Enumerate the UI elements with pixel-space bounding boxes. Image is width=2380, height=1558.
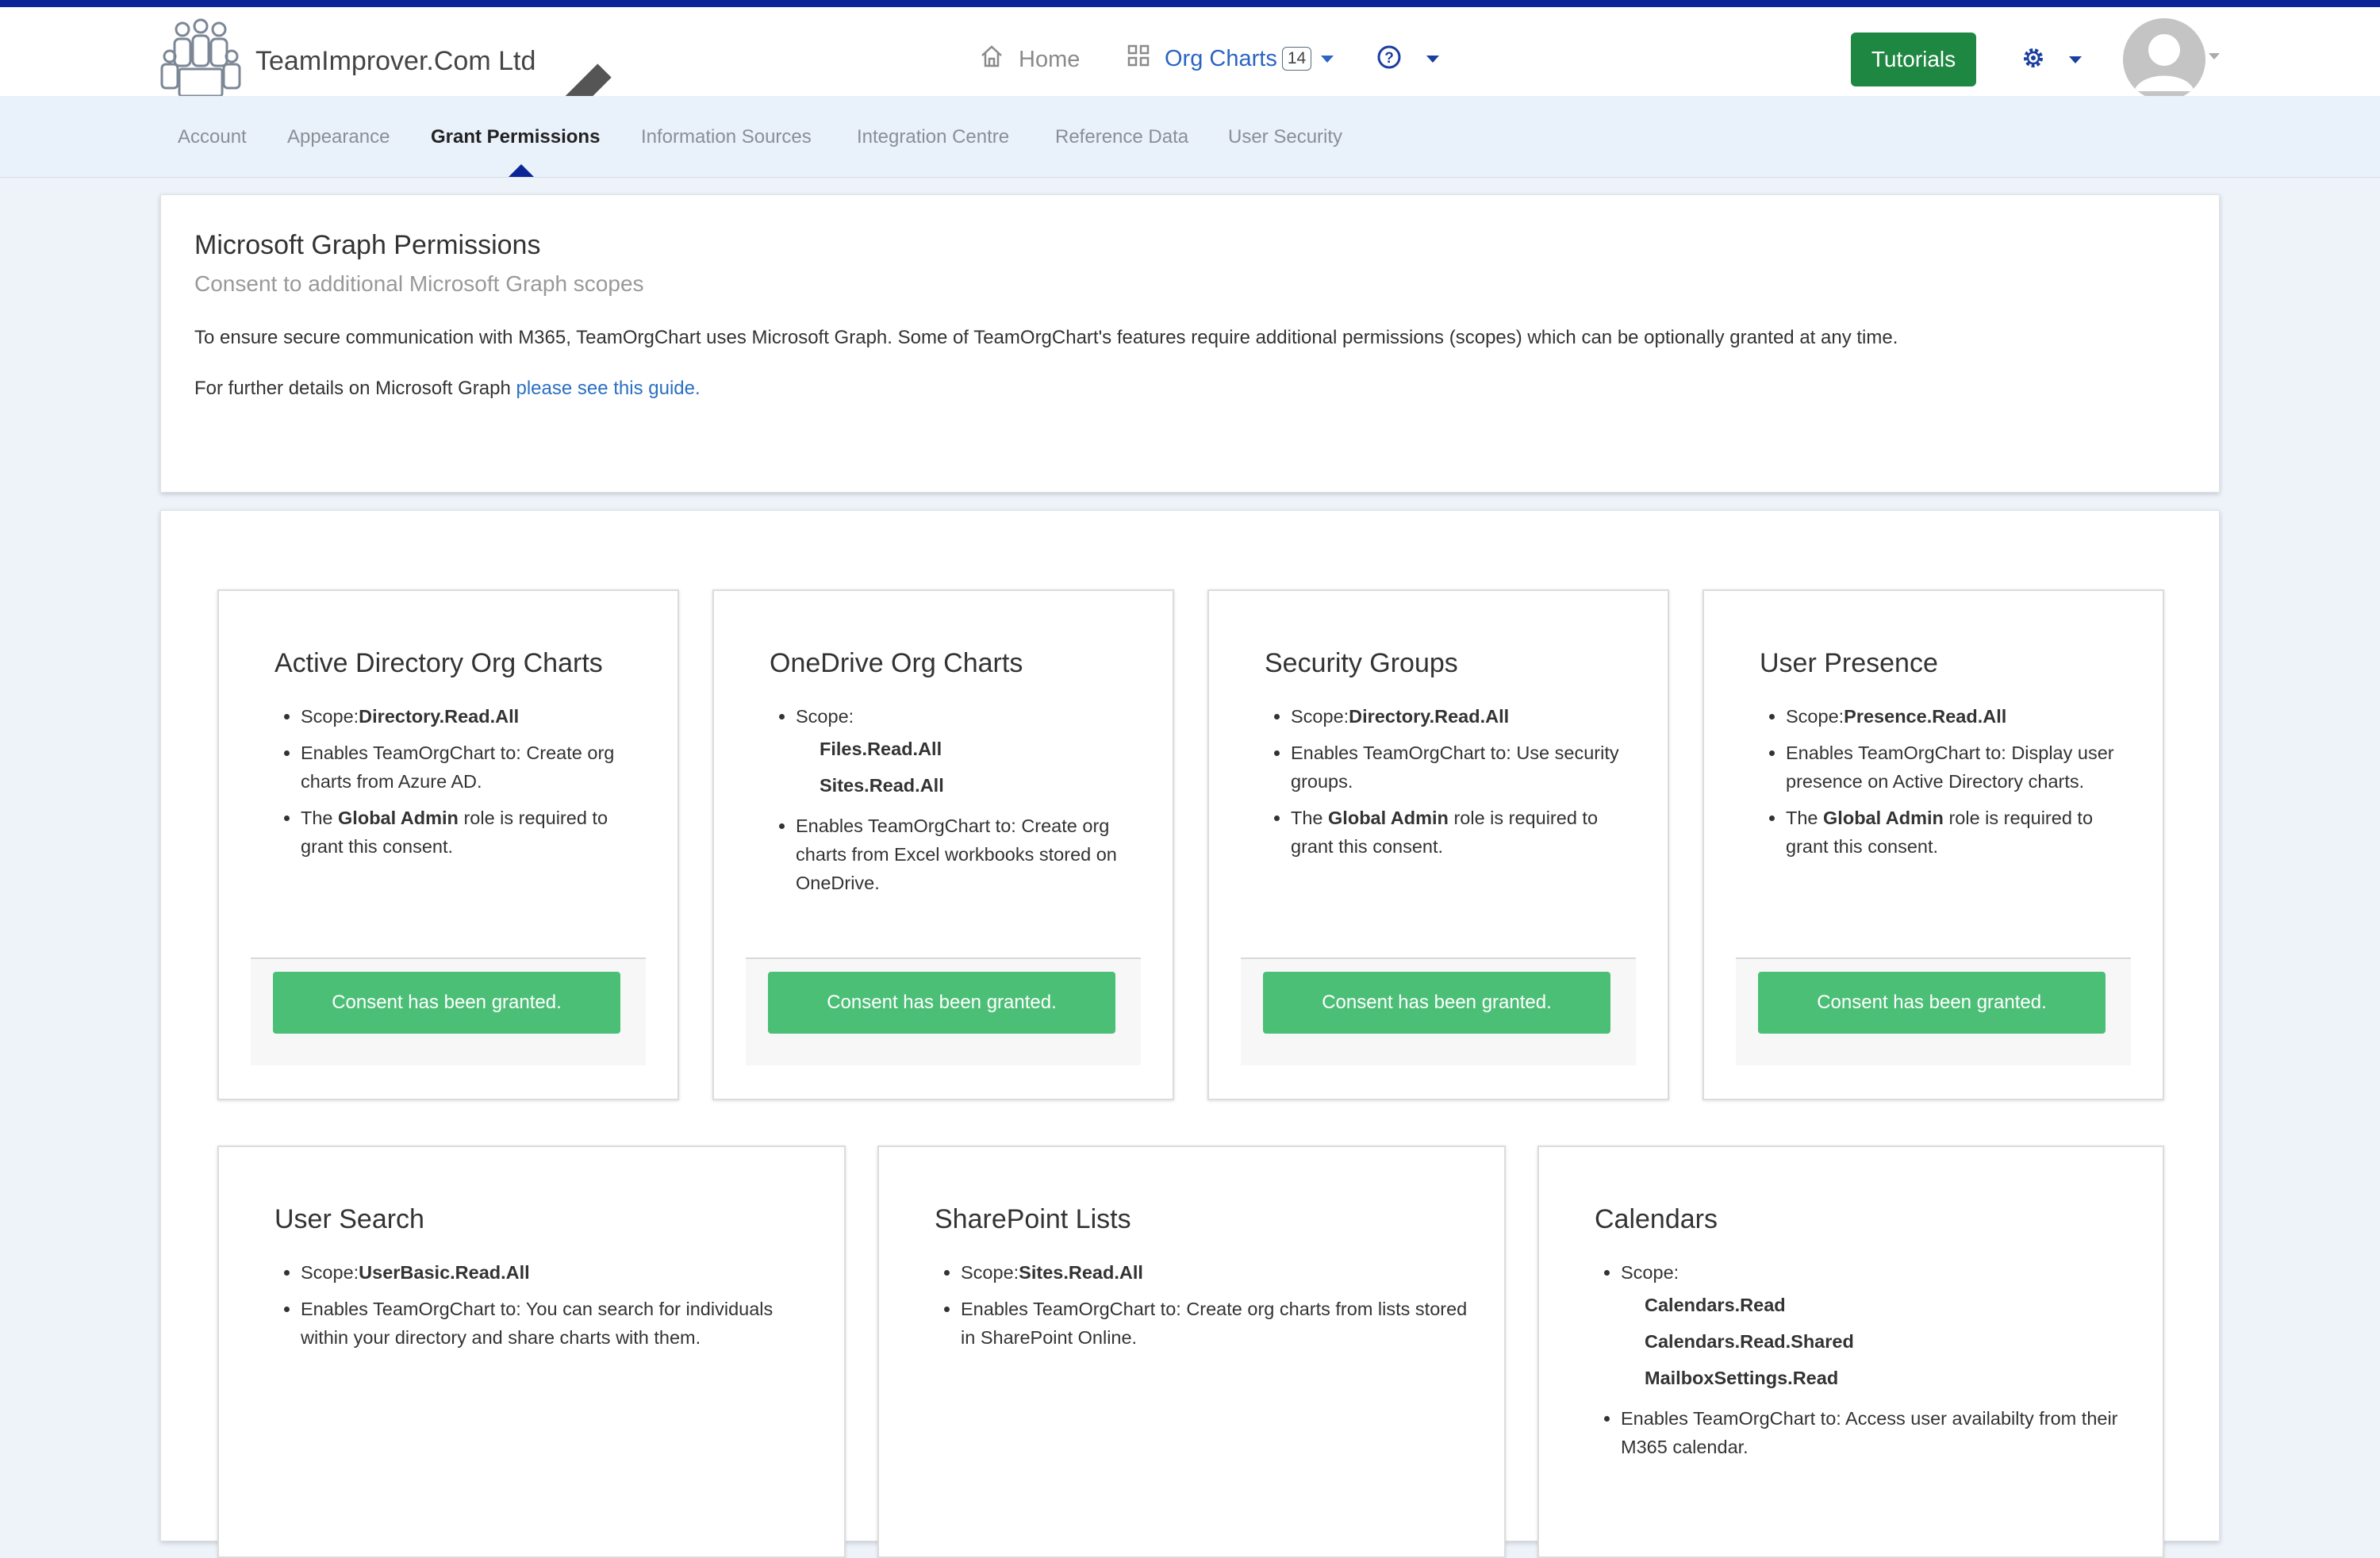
consent-granted-button[interactable]: Consent has been granted. — [1758, 972, 2106, 1034]
nav-org-charts-label: Org Charts — [1165, 45, 1277, 71]
permission-card-sharepoint-lists: SharePoint Lists Scope:Sites.Read.All En… — [877, 1145, 1506, 1558]
tutorials-button[interactable]: Tutorials — [1851, 33, 1976, 86]
enables-item: Enables TeamOrgChart to: Access user ava… — [1621, 1404, 2129, 1461]
card-details: Scope:Directory.Read.All Enables TeamOrg… — [1265, 702, 1640, 869]
nav-home-label: Home — [1019, 46, 1081, 72]
permission-card-user-presence: User Presence Scope:Presence.Read.All En… — [1702, 589, 2164, 1100]
consent-granted-button[interactable]: Consent has been granted. — [273, 972, 620, 1034]
card-details: Scope:Directory.Read.All Enables TeamOrg… — [274, 702, 650, 869]
details-prefix: For further details on Microsoft Graph — [194, 378, 516, 399]
tab-reference-data[interactable]: Reference Data — [1055, 126, 1188, 148]
permission-card-calendars: Calendars Scope: Calendars.Read Calendar… — [1537, 1145, 2164, 1558]
settings-menu[interactable] — [2020, 44, 2082, 75]
role-item: The Global Admin role is required to gra… — [1786, 804, 2135, 861]
team-logo-icon — [159, 18, 243, 105]
card-details: Scope:UserBasic.Read.All Enables TeamOrg… — [274, 1258, 808, 1360]
card-details: Scope: Calendars.Read Calendars.Read.Sha… — [1595, 1258, 2129, 1469]
chevron-down-icon[interactable] — [2209, 53, 2220, 59]
help-circle-icon: ? — [1376, 44, 1403, 75]
card-footer: Consent has been granted. — [1241, 957, 1636, 1065]
permission-card-active-directory: Active Directory Org Charts Scope:Direct… — [217, 589, 679, 1100]
gear-icon — [2020, 44, 2047, 75]
permissions-cards-panel: Active Directory Org Charts Scope:Direct… — [160, 510, 2220, 1558]
page-subtitle: Consent to additional Microsoft Graph sc… — [194, 271, 644, 296]
scope-item: Scope:UserBasic.Read.All — [301, 1258, 808, 1287]
company-name: TeamImprover.Com Ltd — [255, 46, 536, 76]
chevron-down-icon — [1321, 55, 1334, 63]
scope-item: Scope:Presence.Read.All — [1786, 702, 2135, 731]
role-item: The Global Admin role is required to gra… — [1291, 804, 1640, 861]
permission-card-security-groups: Security Groups Scope:Directory.Read.All… — [1207, 589, 1669, 1100]
card-title: Security Groups — [1265, 648, 1458, 678]
card-title: User Search — [274, 1204, 424, 1234]
settings-subnav: Account Appearance Grant Permissions Inf… — [0, 96, 2380, 178]
card-details: Scope:Presence.Read.All Enables TeamOrgC… — [1760, 702, 2135, 869]
guide-link[interactable]: please see this guide. — [516, 378, 701, 399]
tab-integration-centre[interactable]: Integration Centre — [857, 126, 1009, 148]
details-line: For further details on Microsoft Graph p… — [194, 378, 701, 400]
consent-granted-button[interactable]: Consent has been granted. — [768, 972, 1115, 1034]
card-title: SharePoint Lists — [935, 1204, 1131, 1234]
chevron-down-icon — [1426, 56, 1439, 63]
grid-icon — [1127, 44, 1165, 74]
nav-org-charts[interactable]: Org Charts 14 — [1127, 44, 1334, 74]
enables-item: Enables TeamOrgChart to: Use security gr… — [1291, 739, 1640, 796]
enables-item: Enables TeamOrgChart to: Display user pr… — [1786, 739, 2135, 796]
enables-item: Enables TeamOrgChart to: Create org char… — [301, 739, 650, 796]
user-avatar-icon[interactable] — [2123, 18, 2205, 101]
card-footer: Consent has been granted. — [251, 957, 646, 1065]
card-details: Scope: Files.Read.All Sites.Read.All Ena… — [770, 702, 1145, 905]
tab-account[interactable]: Account — [178, 126, 247, 148]
role-item: The Global Admin role is required to gra… — [301, 804, 650, 861]
svg-text:?: ? — [1384, 50, 1394, 67]
card-title: Calendars — [1595, 1204, 1718, 1234]
scope-item: Scope:Sites.Read.All — [961, 1258, 1468, 1287]
tab-information-sources[interactable]: Information Sources — [641, 126, 812, 148]
tab-user-security[interactable]: User Security — [1228, 126, 1342, 148]
page-title: Microsoft Graph Permissions — [194, 230, 541, 260]
brand[interactable]: TeamImprover.Com Ltd — [159, 18, 612, 121]
enables-item: Enables TeamOrgChart to: You can search … — [301, 1295, 808, 1352]
intro-paragraph: To ensure secure communication with M365… — [194, 327, 1898, 348]
home-icon — [979, 44, 1019, 75]
card-footer: Consent has been granted. — [1736, 957, 2131, 1065]
pencil-icon[interactable] — [542, 50, 612, 121]
permission-card-onedrive: OneDrive Org Charts Scope: Files.Read.Al… — [712, 589, 1174, 1100]
tab-grant-permissions[interactable]: Grant Permissions — [431, 126, 600, 148]
org-charts-count-badge: 14 — [1281, 47, 1312, 71]
card-title: Active Directory Org Charts — [274, 648, 603, 678]
scope-item: Scope: Files.Read.All Sites.Read.All — [796, 702, 1145, 804]
active-tab-pointer — [509, 164, 534, 177]
graph-permissions-intro-panel: Microsoft Graph Permissions Consent to a… — [160, 194, 2220, 493]
consent-granted-button[interactable]: Consent has been granted. — [1263, 972, 1610, 1034]
scope-item: Scope:Directory.Read.All — [1291, 702, 1640, 731]
scope-item: Scope: Calendars.Read Calendars.Read.Sha… — [1621, 1258, 2129, 1396]
card-title: User Presence — [1760, 648, 1938, 678]
top-navbar: TeamImprover.Com Ltd Home Org Charts 14 … — [0, 0, 2380, 121]
nav-home[interactable]: Home — [979, 44, 1080, 75]
permission-card-user-search: User Search Scope:UserBasic.Read.All Ena… — [217, 1145, 846, 1558]
card-title: OneDrive Org Charts — [770, 648, 1023, 678]
chevron-down-icon — [2069, 56, 2082, 63]
scope-item: Scope:Directory.Read.All — [301, 702, 650, 731]
help-menu[interactable]: ? — [1376, 44, 1439, 75]
enables-item: Enables TeamOrgChart to: Create org char… — [961, 1295, 1468, 1352]
card-footer: Consent has been granted. — [746, 957, 1141, 1065]
enables-item: Enables TeamOrgChart to: Create org char… — [796, 812, 1145, 897]
card-details: Scope:Sites.Read.All Enables TeamOrgChar… — [935, 1258, 1468, 1360]
tab-appearance[interactable]: Appearance — [287, 126, 390, 148]
